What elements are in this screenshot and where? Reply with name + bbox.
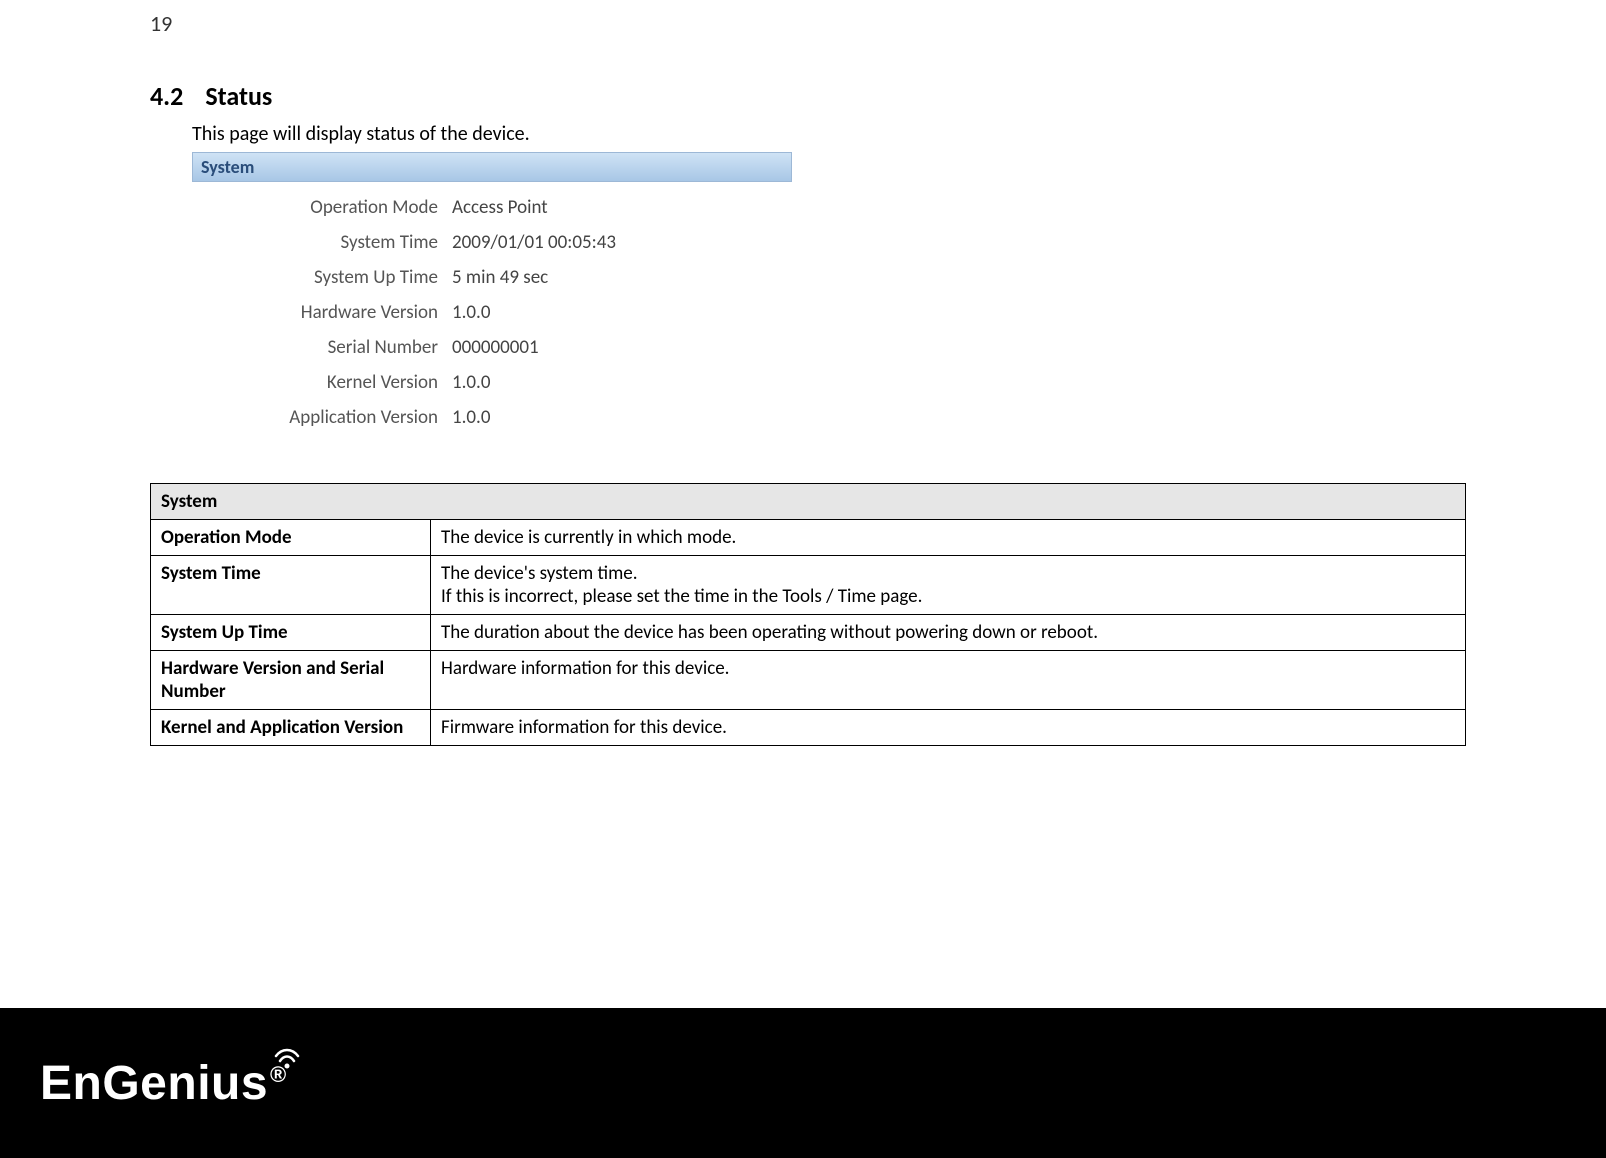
status-label: Kernel Version — [192, 371, 452, 394]
info-row-label: Operation Mode — [151, 520, 431, 556]
status-grid: Operation Mode Access Point System Time … — [192, 182, 792, 443]
info-row-desc: The duration about the device has been o… — [431, 615, 1466, 651]
status-label: Operation Mode — [192, 196, 452, 219]
page-number: 19 — [150, 10, 172, 37]
status-label: System Up Time — [192, 266, 452, 289]
section-number: 4.2 — [150, 80, 183, 112]
table-row: System Up Time The duration about the de… — [151, 615, 1466, 651]
status-value: 1.0.0 — [452, 371, 792, 394]
info-row-desc: Hardware information for this device. — [431, 651, 1466, 710]
section-title: Status — [205, 80, 272, 112]
status-value: 1.0.0 — [452, 406, 792, 429]
table-row: Hardware Version and Serial Number Hardw… — [151, 651, 1466, 710]
status-panel: System Operation Mode Access Point Syste… — [192, 152, 792, 443]
status-panel-header: System — [192, 152, 792, 182]
footer: EnGenius ® — [0, 1008, 1606, 1158]
info-row-label: Hardware Version and Serial Number — [151, 651, 431, 710]
table-row: Kernel and Application Version Firmware … — [151, 710, 1466, 746]
table-row: Operation Mode The device is currently i… — [151, 520, 1466, 556]
table-row: System Time The device's system time. If… — [151, 556, 1466, 615]
logo-text: EnGenius — [40, 1057, 268, 1110]
info-row-desc: The device is currently in which mode. — [431, 520, 1466, 556]
info-table-header: System — [151, 484, 1466, 520]
status-value: Access Point — [452, 196, 792, 219]
table-row: System — [151, 484, 1466, 520]
status-label: Application Version — [192, 406, 452, 429]
status-label: Serial Number — [192, 336, 452, 359]
info-row-desc: The device's system time. If this is inc… — [431, 556, 1466, 615]
info-row-label: System Up Time — [151, 615, 431, 651]
status-value: 2009/01/01 00:05:43 — [452, 231, 792, 254]
status-label: Hardware Version — [192, 301, 452, 324]
status-value: 5 min 49 sec — [452, 266, 792, 289]
wifi-icon — [274, 1046, 300, 1070]
info-row-label: Kernel and Application Version — [151, 710, 431, 746]
section-heading: 4.2 Status — [150, 80, 1466, 112]
intro-text: This page will display status of the dev… — [192, 122, 1466, 146]
info-row-desc: Firmware information for this device. — [431, 710, 1466, 746]
page-content: 4.2 Status This page will display status … — [0, 0, 1606, 746]
status-value: 000000001 — [452, 336, 792, 359]
status-label: System Time — [192, 231, 452, 254]
brand-logo: EnGenius ® — [40, 1056, 287, 1111]
info-table: System Operation Mode The device is curr… — [150, 483, 1466, 746]
info-row-label: System Time — [151, 556, 431, 615]
status-value: 1.0.0 — [452, 301, 792, 324]
